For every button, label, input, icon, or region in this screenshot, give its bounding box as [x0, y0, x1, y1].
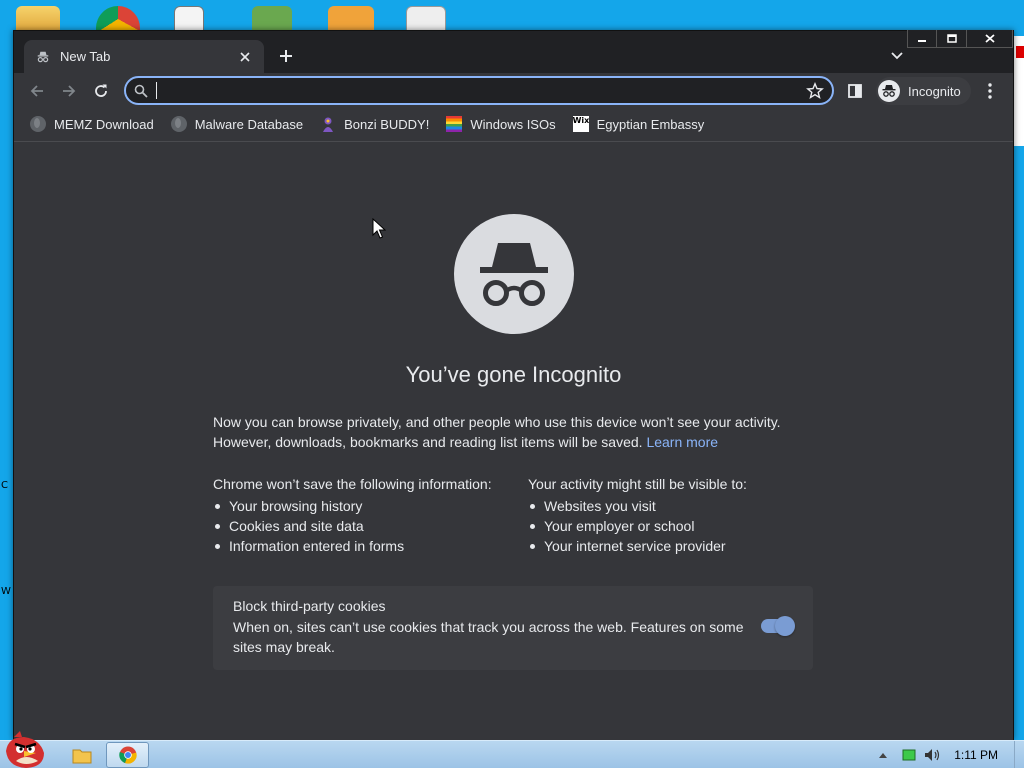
- desktop-icon-solitaire[interactable]: [174, 6, 204, 32]
- plus-icon: [280, 50, 292, 62]
- bookmarks-bar: MEMZ Download Malware Database Bonzi BUD…: [14, 111, 1013, 137]
- menu-button[interactable]: [978, 79, 1002, 103]
- list-item: Your internet service provider: [528, 536, 747, 556]
- arrow-left-icon: [30, 85, 43, 97]
- mouse-cursor-icon: [372, 218, 386, 239]
- not-saved-section: Chrome won’t save the following informat…: [213, 476, 492, 556]
- intro-text: Now you can browse privately, and other …: [213, 412, 813, 452]
- maximize-icon: [946, 34, 957, 43]
- bonzi-icon: [323, 117, 334, 132]
- taskbar-chrome-button[interactable]: [106, 742, 149, 768]
- bookmark-label: Bonzi BUDDY!: [344, 116, 430, 132]
- incognito-avatar: [878, 80, 900, 102]
- more-vert-icon: [988, 83, 992, 99]
- toolbar: Incognito: [14, 73, 1013, 109]
- list-item: Cookies and site data: [213, 516, 492, 536]
- section-heading: Your activity might still be visible to:: [528, 476, 747, 492]
- list-item: Your employer or school: [528, 516, 747, 536]
- title-bar: New Tab: [14, 30, 1013, 73]
- minimize-button[interactable]: [907, 30, 937, 48]
- block-cookies-toggle[interactable]: [761, 616, 795, 636]
- system-tray: 1:11 PM: [878, 741, 1024, 768]
- close-icon: [240, 51, 250, 62]
- reload-button[interactable]: [89, 79, 113, 103]
- section-heading: Chrome won’t save the following informat…: [213, 476, 492, 492]
- new-tab-button[interactable]: [274, 44, 298, 68]
- list-item: Websites you visit: [528, 496, 747, 516]
- back-button[interactable]: [25, 79, 49, 103]
- wix-icon: Wix: [572, 116, 589, 132]
- side-panel-icon: [848, 84, 862, 98]
- incognito-page: You’ve gone Incognito Now you can browse…: [14, 142, 1013, 740]
- cookies-description: When on, sites can’t use cookies that tr…: [233, 619, 744, 655]
- desktop-icon-folder[interactable]: [16, 6, 60, 32]
- toggle-knob: [775, 616, 795, 636]
- page-title: You’ve gone Incognito: [405, 362, 622, 387]
- incognito-hero-icon: [454, 214, 574, 334]
- bookmark-label: Egyptian Embassy: [596, 116, 705, 132]
- maximize-button[interactable]: [937, 30, 967, 48]
- taskbar: 1:11 PM: [0, 731, 1024, 768]
- show-hidden-icons-icon[interactable]: [878, 751, 888, 759]
- desktop-icon-document[interactable]: [406, 6, 446, 32]
- network-icon[interactable]: [902, 749, 916, 761]
- volume-icon[interactable]: [924, 748, 942, 762]
- close-icon: [984, 34, 995, 43]
- incognito-icon: [882, 85, 896, 97]
- profile-label: Incognito: [908, 83, 961, 99]
- tab-new-tab[interactable]: New Tab: [24, 40, 264, 73]
- taskbar-explorer-button[interactable]: [64, 742, 100, 768]
- tab-close-button[interactable]: [236, 48, 254, 66]
- chrome-icon: [118, 746, 137, 764]
- globe-icon: [30, 116, 46, 132]
- clock-time[interactable]: 1:11 PM: [954, 748, 998, 762]
- desktop-icon-chrome[interactable]: [96, 6, 140, 32]
- bookmark-bonzi-buddy[interactable]: Bonzi BUDDY!: [320, 116, 429, 132]
- globe-icon: [170, 116, 187, 132]
- incognito-icon: [480, 243, 548, 306]
- list-item: Your browsing history: [213, 496, 492, 516]
- reload-icon: [95, 84, 107, 97]
- cookies-title: Block third-party cookies: [233, 598, 386, 614]
- address-input[interactable]: [160, 81, 780, 100]
- visible-to-section: Your activity might still be visible to:…: [528, 476, 747, 556]
- bookmark-label: Windows ISOs: [470, 116, 556, 132]
- bookmark-label: Malware Database: [194, 116, 304, 132]
- incognito-icon: [37, 51, 49, 62]
- tab-title: New Tab: [60, 49, 111, 64]
- incognito-profile-button[interactable]: Incognito: [876, 77, 971, 105]
- show-desktop-button[interactable]: [1014, 741, 1024, 768]
- minimize-icon: [918, 39, 926, 42]
- bookmark-windows-isos[interactable]: Windows ISOs: [446, 116, 556, 132]
- browser-window: New Tab Incognito MEMZ Download Malware …: [13, 30, 1014, 740]
- bookmark-memz-download[interactable]: MEMZ Download: [30, 116, 154, 132]
- learn-more-link[interactable]: Learn more: [646, 434, 718, 450]
- bookmark-label: MEMZ Download: [54, 116, 154, 132]
- desktop-icon-label-w: W: [1, 586, 11, 597]
- desktop-icon-shield[interactable]: [252, 6, 292, 32]
- third-party-cookies-card: Block third-party cookies When on, sites…: [213, 586, 813, 670]
- window-controls: [907, 30, 1013, 48]
- bookmark-egyptian-embassy[interactable]: Wix Egyptian Embassy: [572, 116, 705, 132]
- rainbow-flag-icon: [446, 116, 463, 132]
- address-bar[interactable]: [124, 76, 834, 105]
- bookmark-malware-database[interactable]: Malware Database: [170, 116, 304, 132]
- side-panel-button[interactable]: [843, 79, 867, 103]
- search-icon: [134, 84, 148, 98]
- close-window-button[interactable]: [967, 30, 1013, 48]
- bookmark-star-icon[interactable]: [806, 82, 824, 100]
- start-button-angry-bird-icon[interactable]: [0, 731, 52, 768]
- desktop-icon-label-c: C: [1, 480, 8, 491]
- folder-icon: [72, 749, 92, 764]
- desktop-icon-game[interactable]: [328, 6, 374, 32]
- forward-button[interactable]: [57, 79, 81, 103]
- arrow-right-icon: [63, 85, 76, 97]
- text-caret: [156, 82, 157, 99]
- tab-search-chevron-icon[interactable]: [889, 47, 905, 63]
- list-item: Information entered in forms: [213, 536, 492, 556]
